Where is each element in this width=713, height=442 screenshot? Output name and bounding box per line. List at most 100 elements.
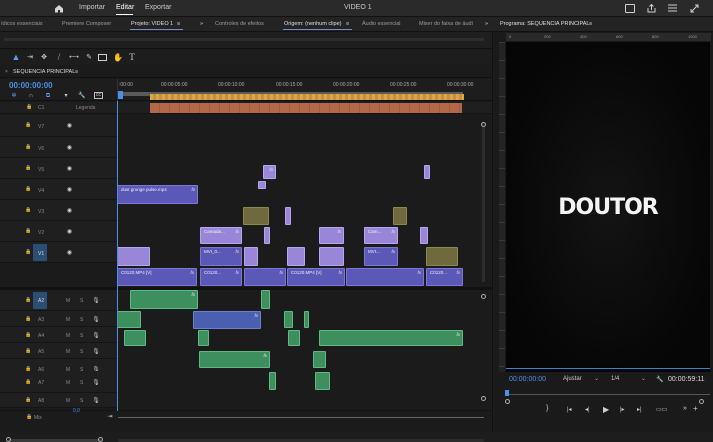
lock-icon[interactable]: 🔒 <box>25 332 32 339</box>
timeline-scroll-handle-left[interactable] <box>6 437 11 442</box>
eye-icon[interactable]: ◉ <box>66 207 73 214</box>
clip-v3-b[interactable] <box>264 227 270 244</box>
hand-tool-icon[interactable]: ✋ <box>113 52 123 63</box>
microphone-icon[interactable]: 🎙 <box>92 379 100 386</box>
clip-v3-e[interactable] <box>420 227 428 244</box>
clip-v2-c[interactable] <box>287 247 305 266</box>
tab-project-menu[interactable]: ≡ <box>177 21 180 27</box>
slip-tool-icon[interactable]: ⟷ <box>68 52 80 63</box>
lock-icon[interactable]: 🔒 <box>25 249 32 256</box>
mute-button[interactable]: M <box>66 317 70 323</box>
type-tool-icon[interactable]: T <box>127 52 137 63</box>
audio-clip-a6-a[interactable] <box>269 372 276 390</box>
clip-v2-d[interactable] <box>319 247 344 266</box>
clip-v4-b[interactable] <box>285 207 291 225</box>
solo-button[interactable]: S <box>80 317 83 323</box>
lock-icon[interactable]: 🔒 <box>25 316 32 323</box>
clip-v4-a[interactable] <box>243 207 269 225</box>
mix-value[interactable]: 0,0 <box>73 408 80 414</box>
program-timebar[interactable] <box>506 394 710 395</box>
wrench-icon[interactable]: 🔧 <box>78 92 86 99</box>
tab-source[interactable]: Origem: (nenhum clipe) <box>284 21 341 27</box>
mark-out-icon[interactable]: } <box>546 405 548 412</box>
clip-v2-e[interactable] <box>426 247 458 266</box>
mute-button[interactable]: M <box>66 298 70 304</box>
clip-v1-c0120-4[interactable]: C0120... fx <box>426 268 463 286</box>
quality-dropdown[interactable]: 1/4 ⌄ <box>609 375 649 385</box>
program-video-frame[interactable]: DOUTOR <box>506 42 710 372</box>
eye-icon[interactable]: ◉ <box>66 122 73 129</box>
mute-button[interactable]: M <box>66 333 70 339</box>
clip-v6-b[interactable] <box>424 165 430 179</box>
audio-clip-a4-b[interactable] <box>198 330 209 346</box>
solo-button[interactable]: S <box>80 298 83 304</box>
clip-v1-c0120-3[interactable]: C0120.MP4 [V] fx <box>287 268 345 286</box>
lock-icon[interactable]: 🔒 <box>25 186 32 193</box>
audio-clip-a3-a[interactable] <box>117 311 141 328</box>
clip-v2-a[interactable] <box>117 247 150 266</box>
play-icon[interactable]: ▶ <box>603 405 609 414</box>
tab-essential-audio[interactable]: Áudio essencial <box>362 21 401 27</box>
tab-graphics[interactable]: ídicos essenciais <box>1 21 43 27</box>
solo-button[interactable]: S <box>80 398 83 404</box>
eye-icon[interactable]: ◉ <box>66 249 73 256</box>
sequence-tab[interactable]: × SEQUENCIA PRINCIPAL ≡ <box>0 66 492 78</box>
clip-v3-camada[interactable]: Camada... fx <box>200 227 242 244</box>
home-icon[interactable] <box>53 3 65 14</box>
clip-v6-a[interactable]: fx <box>263 165 276 179</box>
audio-clip-a2-b[interactable] <box>261 290 270 309</box>
lock-icon[interactable]: 🔒 <box>25 144 32 151</box>
microphone-icon[interactable]: 🎙 <box>92 348 100 355</box>
audio-clip-a3-c[interactable] <box>284 311 293 328</box>
time-ruler[interactable]: :00:00 00:00:05:00 00:00:10:00 00:00:15:… <box>117 79 483 101</box>
tab-premiere-composer[interactable]: Premiere Composer <box>62 21 111 27</box>
audio-vscroll-handle[interactable] <box>481 294 486 299</box>
video-vscroll-handle[interactable] <box>481 122 486 127</box>
microphone-icon[interactable]: 🎙 <box>92 397 100 404</box>
lock-icon[interactable]: 🔒 <box>25 297 32 304</box>
program-timecode-in[interactable]: 00:00:00:00 <box>509 376 546 383</box>
caption-clips-strip[interactable] <box>150 103 462 113</box>
lock-icon[interactable]: 🔒 <box>25 379 32 386</box>
close-icon[interactable]: × <box>5 69 8 75</box>
import-menu[interactable]: Importar <box>79 4 105 11</box>
add-button-icon[interactable]: + <box>693 404 698 413</box>
magnet-icon[interactable]: ∩ <box>27 92 35 99</box>
program-zoom-handle-left[interactable] <box>505 399 510 404</box>
selection-tool-icon[interactable]: ▲ <box>11 52 21 63</box>
tab-effect-controls[interactable]: Controles de efeitos <box>215 21 264 27</box>
project-scrollbar[interactable] <box>4 38 484 41</box>
audio-clip-a5-a[interactable]: fx <box>199 351 270 368</box>
share-icon[interactable] <box>646 3 656 13</box>
audio-clip-a4-a[interactable] <box>124 330 146 346</box>
mute-button[interactable]: M <box>66 380 70 386</box>
mute-button[interactable]: M <box>66 398 70 404</box>
clip-v3-c[interactable]: fx <box>319 227 344 244</box>
mute-button[interactable]: M <box>66 349 70 355</box>
more-controls-icon[interactable]: » <box>683 405 687 412</box>
clip-v5-dust-grunge[interactable]: dust grunge pulse.mp4 fx <box>117 185 198 204</box>
rectangle-tool-icon[interactable] <box>98 54 107 61</box>
audio-vscroll-handle-2[interactable] <box>481 396 486 401</box>
ripple-edit-tool-icon[interactable]: ✥ <box>39 52 49 63</box>
workspace-icon[interactable] <box>625 4 635 13</box>
go-to-in-icon[interactable]: |◂ <box>567 406 572 413</box>
clip-v3-cam[interactable]: Cam... fx <box>364 227 398 244</box>
audio-clip-a5-b[interactable] <box>313 351 326 368</box>
program-playhead-handle[interactable] <box>505 390 509 396</box>
clip-v1-c0120-2[interactable]: C0120... fx <box>200 268 242 286</box>
eye-icon[interactable]: ◉ <box>66 165 73 172</box>
audio-clip-a4-c[interactable] <box>288 330 300 346</box>
lock-icon[interactable]: 🔒 <box>25 165 32 172</box>
tab-program-menu[interactable]: ≡ <box>589 21 592 27</box>
solo-button[interactable]: S <box>80 333 83 339</box>
eye-icon[interactable]: ◉ <box>66 144 73 151</box>
audio-clip-a4-d[interactable]: fx <box>319 330 463 346</box>
export-frame-icon[interactable]: ▭▭ <box>656 406 667 413</box>
lock-icon[interactable]: 🔒 <box>26 414 33 421</box>
step-forward-icon[interactable]: |▸ <box>620 406 625 413</box>
eye-icon[interactable]: ◉ <box>66 186 73 193</box>
clip-v2-mvi-2[interactable]: MVI... fx <box>364 247 398 266</box>
go-to-out-icon[interactable]: ▸| <box>637 406 642 413</box>
tab-program[interactable]: Programa: SEQUENCIA PRINCIPAL <box>500 21 589 27</box>
